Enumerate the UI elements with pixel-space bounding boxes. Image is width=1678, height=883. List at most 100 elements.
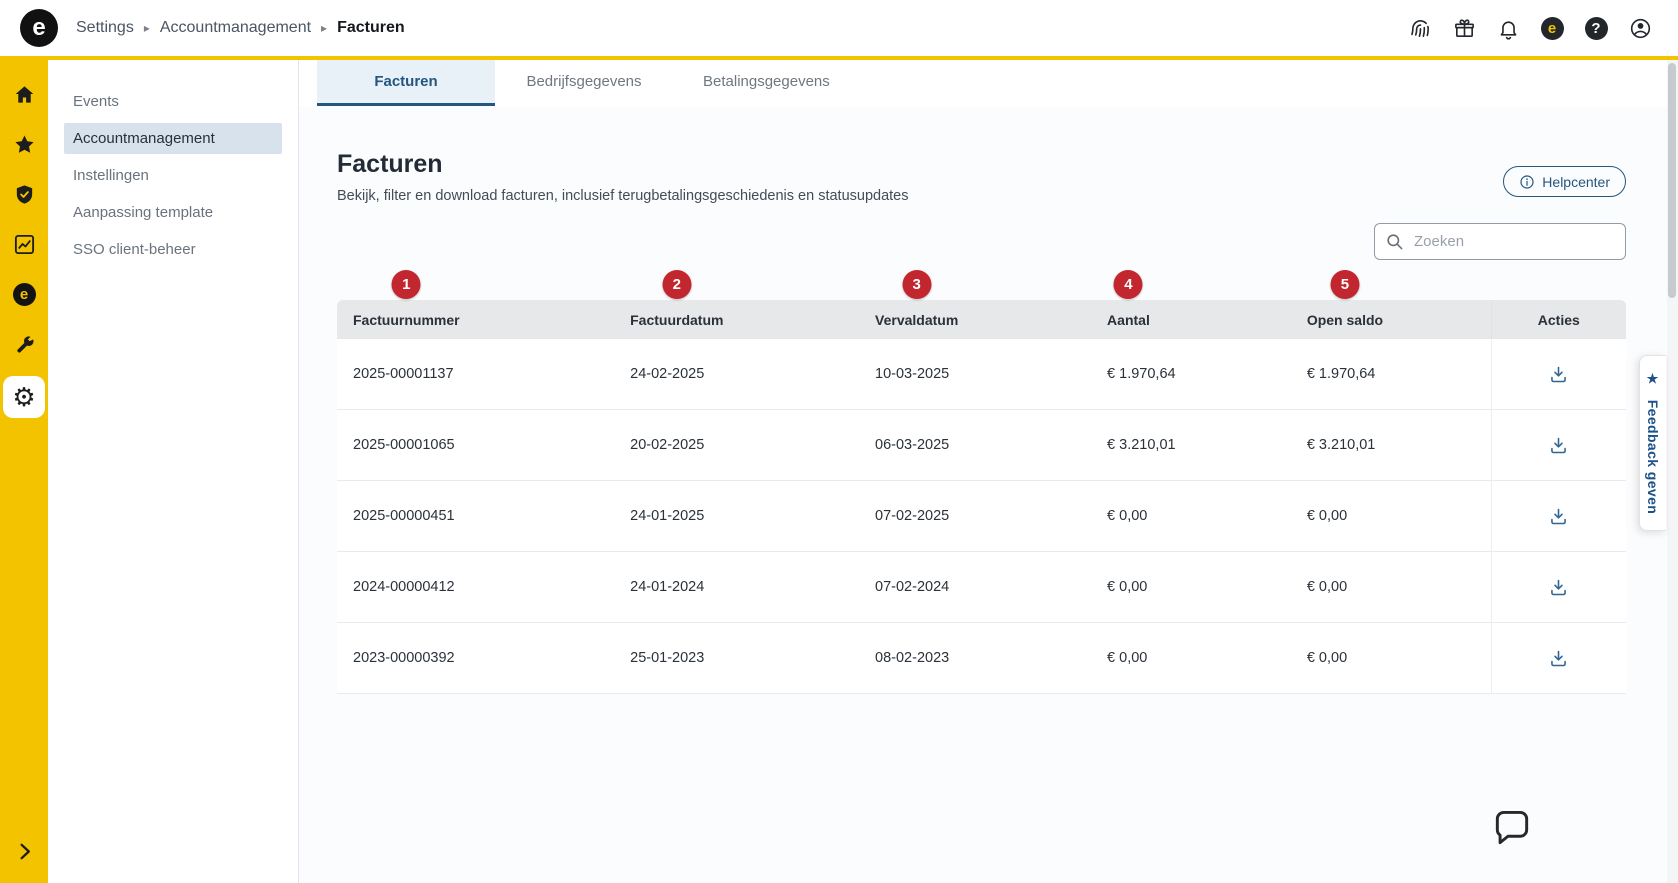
column-header-aantal: 4Aantal (1091, 300, 1291, 339)
download-icon (1548, 577, 1569, 598)
brand-e-icon: e (13, 283, 36, 306)
cell-open-saldo: € 3.210,01 (1291, 410, 1491, 481)
chat-button[interactable] (1488, 805, 1536, 853)
cell-aantal: € 0,00 (1091, 481, 1291, 552)
cell-factuurnummer: 2025-00000451 (337, 481, 614, 552)
download-invoice-button[interactable] (1542, 500, 1575, 533)
topbar: e Settings ▸ Accountmanagement ▸ Facture… (0, 0, 1678, 56)
helpcenter-button[interactable]: Helpcenter (1503, 166, 1626, 197)
column-header-open-saldo: 5Open saldo (1291, 300, 1491, 339)
annotation-badge-1: 1 (392, 270, 421, 299)
annotation-badge-4: 4 (1114, 270, 1143, 299)
tab-facturen[interactable]: Facturen (317, 60, 495, 106)
notifications-bell-icon[interactable] (1490, 10, 1526, 46)
account-icon[interactable] (1622, 10, 1658, 46)
cell-aantal: € 0,00 (1091, 552, 1291, 623)
rail-item-favorites[interactable] (2, 126, 46, 162)
cell-factuurdatum: 24-01-2025 (614, 481, 859, 552)
tab-betalingsgegevens[interactable]: Betalingsgegevens (673, 60, 860, 106)
help-icon[interactable]: ? (1578, 10, 1614, 46)
chat-bubble-icon (1490, 806, 1534, 850)
chevron-right-icon (13, 840, 36, 863)
feedback-tab[interactable]: ★ Feedback geven (1639, 355, 1666, 531)
accent-bar (0, 56, 1678, 60)
chevron-separator-icon: ▸ (321, 21, 327, 35)
breadcrumb-facturen: Facturen (337, 19, 405, 37)
breadcrumb: Settings ▸ Accountmanagement ▸ Facturen (76, 19, 405, 37)
breadcrumb-accountmanagement[interactable]: Accountmanagement (160, 19, 311, 37)
cell-open-saldo: € 0,00 (1291, 552, 1491, 623)
download-invoice-button[interactable] (1542, 429, 1575, 462)
annotation-badge-2: 2 (662, 270, 691, 299)
chart-icon (13, 233, 36, 256)
cell-factuurnummer: 2025-00001065 (337, 410, 614, 481)
gift-icon[interactable] (1446, 10, 1482, 46)
download-icon (1548, 364, 1569, 385)
topbar-actions: e ? (1402, 10, 1658, 46)
cell-vervaldatum: 10-03-2025 (859, 339, 1091, 410)
column-header-factuurdatum: 2Factuurdatum (614, 300, 859, 339)
cell-vervaldatum: 07-02-2025 (859, 481, 1091, 552)
download-icon (1548, 648, 1569, 669)
annotation-badge-5: 5 (1330, 270, 1359, 299)
help-question-glyph: ? (1585, 17, 1608, 40)
shield-check-icon (13, 183, 36, 206)
settings-sidebar: Events Accountmanagement Instellingen Aa… (48, 60, 299, 883)
rail-item-security[interactable] (2, 176, 46, 212)
table-row: 2023-00000392 25-01-2023 08-02-2023 € 0,… (337, 623, 1626, 694)
fingerprint-icon[interactable] (1402, 10, 1438, 46)
brand-circle-icon[interactable]: e (1534, 10, 1570, 46)
cell-factuurdatum: 24-02-2025 (614, 339, 859, 410)
rail-item-reports[interactable] (2, 226, 46, 262)
tabbar: Facturen Bedrijfsgegevens Betalingsgegev… (299, 60, 1678, 106)
cell-aantal: € 0,00 (1091, 623, 1291, 694)
cell-open-saldo: € 1.970,64 (1291, 339, 1491, 410)
gear-icon: ⚙ (12, 384, 35, 410)
search-input[interactable] (1412, 232, 1615, 251)
download-invoice-button[interactable] (1542, 642, 1575, 675)
rail-item-brand[interactable]: e (2, 276, 46, 312)
cell-open-saldo: € 0,00 (1291, 623, 1491, 694)
download-icon (1548, 506, 1569, 527)
rail-expand-button[interactable] (2, 833, 46, 869)
page-title: Facturen (337, 150, 1678, 179)
cell-factuurdatum: 25-01-2023 (614, 623, 859, 694)
cell-vervaldatum: 07-02-2024 (859, 552, 1091, 623)
star-icon (13, 133, 36, 156)
table-row: 2025-00000451 24-01-2025 07-02-2025 € 0,… (337, 481, 1626, 552)
info-icon (1519, 174, 1535, 190)
invoices-table: 1Factuurnummer 2Factuurdatum 3Vervaldatu… (337, 300, 1626, 694)
main-content: Facturen Bedrijfsgegevens Betalingsgegev… (299, 60, 1678, 883)
download-invoice-button[interactable] (1542, 571, 1575, 604)
breadcrumb-settings[interactable]: Settings (76, 19, 134, 37)
cell-factuurnummer: 2025-00001137 (337, 339, 614, 410)
page-subtitle: Bekijk, filter en download facturen, inc… (337, 188, 1678, 204)
rail-item-settings[interactable]: ⚙ (3, 376, 45, 418)
brand-logo-letter: e (32, 14, 45, 42)
annotation-badge-3: 3 (902, 270, 931, 299)
cell-vervaldatum: 06-03-2025 (859, 410, 1091, 481)
cell-factuurnummer: 2024-00000412 (337, 552, 614, 623)
sidebar-item-sso-client-beheer[interactable]: SSO client-beheer (64, 234, 282, 265)
invoices-table-wrap: 1Factuurnummer 2Factuurdatum 3Vervaldatu… (337, 300, 1626, 694)
sidebar-item-events[interactable]: Events (64, 86, 282, 117)
tab-bedrijfsgegevens[interactable]: Bedrijfsgegevens (495, 60, 673, 106)
rail-item-tools[interactable] (2, 326, 46, 362)
cell-vervaldatum: 08-02-2023 (859, 623, 1091, 694)
cell-factuurdatum: 24-01-2024 (614, 552, 859, 623)
cell-aantal: € 3.210,01 (1091, 410, 1291, 481)
sidebar-item-aanpassing-template[interactable]: Aanpassing template (64, 197, 282, 228)
rail-item-home[interactable] (2, 76, 46, 112)
scrollbar-thumb[interactable] (1668, 63, 1676, 298)
helpcenter-label: Helpcenter (1542, 174, 1610, 190)
tools-icon (13, 333, 36, 356)
search-icon (1385, 232, 1404, 251)
download-invoice-button[interactable] (1542, 358, 1575, 391)
table-row: 2025-00001137 24-02-2025 10-03-2025 € 1.… (337, 339, 1626, 410)
column-header-acties: Acties (1491, 300, 1626, 339)
sidebar-item-instellingen[interactable]: Instellingen (64, 160, 282, 191)
page-head: Facturen Bekijk, filter en download fact… (337, 150, 1678, 204)
vertical-scrollbar[interactable] (1667, 60, 1678, 883)
sidebar-item-accountmanagement[interactable]: Accountmanagement (64, 123, 282, 154)
table-row: 2024-00000412 24-01-2024 07-02-2024 € 0,… (337, 552, 1626, 623)
